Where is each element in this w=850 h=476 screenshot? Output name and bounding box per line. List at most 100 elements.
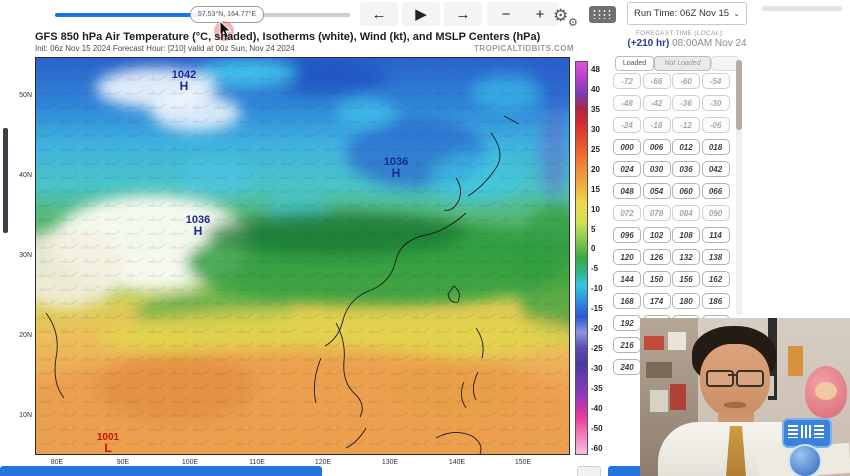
colorbar-labels: 484035302520151050-5-10-15-20-25-30-35-4… [591,66,615,453]
colorbar-tick-label: -20 [591,325,615,333]
channel-watermark-logo [788,444,822,476]
lon-label: 80E [51,459,63,466]
step-forward-button[interactable]: → [444,2,482,26]
step-back-button[interactable]: ← [360,2,398,26]
forecast-hour-button-048[interactable]: 048 [613,183,641,199]
forecast-hour-button-114[interactable]: 114 [702,227,730,243]
forecast-hour-button--12[interactable]: -12 [672,117,700,133]
colorbar-tick-label: 5 [591,226,615,234]
colorbar-tick-label: 40 [591,86,615,94]
legend-spacer [711,56,739,71]
forecast-hour-button--06[interactable]: -06 [702,117,730,133]
forecast-hour-button-102[interactable]: 102 [643,227,671,243]
slower-button[interactable]: − [487,2,525,26]
time-slider-fill[interactable] [55,13,205,17]
colorbar-tick-label: -35 [591,385,615,393]
shelf-item [644,336,664,350]
watermark-glyph [788,425,798,438]
lon-label: 120E [315,459,331,466]
forecast-hour-button--48[interactable]: -48 [613,95,641,111]
colorbar-tick-label: -60 [591,445,615,453]
sidebar-scrollbar-thumb[interactable] [736,60,742,130]
map-init-line: Init: 06z Nov 15 2024 Forecast Hour: [21… [35,44,295,53]
left-scroll-indicator[interactable] [3,128,8,233]
forecast-hour-button-216[interactable]: 216 [613,337,641,353]
forecast-hour-button-084[interactable]: 084 [672,205,700,221]
forecast-hour-button-150[interactable]: 150 [643,271,671,287]
bottom-tab-small[interactable] [577,466,601,476]
forecast-hour-button-024[interactable]: 024 [613,161,641,177]
forecast-hour-button-162[interactable]: 162 [702,271,730,287]
weather-map[interactable]: 1042 H 1036 H 1036 H 1001 L [35,57,570,455]
orange-folder [788,346,803,376]
forecast-hour-button-180[interactable]: 180 [672,293,700,309]
forecast-hour-button--36[interactable]: -36 [672,95,700,111]
forecast-hour-button-060[interactable]: 060 [672,183,700,199]
lon-label: 130E [382,459,398,466]
shelf-item [668,332,686,350]
forecast-hour-button-096[interactable]: 096 [613,227,641,243]
forecast-hour-button--42[interactable]: -42 [643,95,671,111]
glasses-right-lens [736,370,764,387]
colorbar-tick-label: 30 [591,126,615,134]
forecast-hour-button-132[interactable]: 132 [672,249,700,265]
bottom-tab-left[interactable] [0,466,322,476]
forecast-hour-button-174[interactable]: 174 [643,293,671,309]
forecast-time-heading: FORECAST TIME (LOCAL): [612,30,748,37]
forecast-hour-button-126[interactable]: 126 [643,249,671,265]
forecast-hour-button--18[interactable]: -18 [643,117,671,133]
chevron-down-icon: ⌄ [733,9,740,18]
forecast-hour-button--54[interactable]: -54 [702,73,730,89]
forecast-hour-button-240[interactable]: 240 [613,359,641,375]
watermark-glyph [801,425,811,438]
mslp-marker-letter: H [180,79,189,93]
forecast-hour-button-000[interactable]: 000 [613,139,641,155]
play-button[interactable]: ▶ [402,2,440,26]
forecast-hour-button--72[interactable]: -72 [613,73,641,89]
forecast-hour-button-108[interactable]: 108 [672,227,700,243]
forecast-hour-button--24[interactable]: -24 [613,117,641,133]
lat-label: 10N [12,412,32,419]
forecast-hour-button-066[interactable]: 066 [702,183,730,199]
colorbar-tick-label: 48 [591,66,615,74]
forecast-hour-button-078[interactable]: 078 [643,205,671,221]
temperature-map-graphic: 1042 H 1036 H 1036 H 1001 L [36,58,569,454]
forecast-hour-button-168[interactable]: 168 [613,293,641,309]
forecast-hour-button-054[interactable]: 054 [643,183,671,199]
colorbar-tick-label: -25 [591,345,615,353]
forecast-hour-button--30[interactable]: -30 [702,95,730,111]
pink-figure-face [815,382,837,400]
run-time-select[interactable]: Run Time: 06Z Nov 15 ⌄ [627,2,747,25]
forecast-hour-button-006[interactable]: 006 [643,139,671,155]
forecast-hour-button-012[interactable]: 012 [672,139,700,155]
colorbar-tick-label: 0 [591,245,615,253]
mslp-marker-letter: L [104,441,111,454]
colorbar-tick-label: 35 [591,106,615,114]
forecast-hour-button--66[interactable]: -66 [643,73,671,89]
colorbar-tick-label: -15 [591,305,615,313]
keyboard-shortcuts-icon[interactable] [589,6,616,23]
glasses-left-lens [706,370,734,387]
forecast-hour-button-192[interactable]: 192 [613,315,641,331]
legend-loaded: Loaded [615,56,654,71]
forecast-hour-button-120[interactable]: 120 [613,249,641,265]
forecast-hour-button-018[interactable]: 018 [702,139,730,155]
forecast-hour-button-042[interactable]: 042 [702,161,730,177]
forecast-hour-button-186[interactable]: 186 [702,293,730,309]
faint-header-text [762,6,842,11]
settings-gears-icon[interactable]: ⚙⚙ [553,3,587,29]
forecast-hour-button-072[interactable]: 072 [613,205,641,221]
colorbar-tick-label: 15 [591,186,615,194]
colorbar-tick-label: -30 [591,365,615,373]
forecast-hour-button--60[interactable]: -60 [672,73,700,89]
forecast-hour-button-138[interactable]: 138 [702,249,730,265]
watermark-glyph [814,425,824,438]
colorbar-tick-label: 25 [591,146,615,154]
forecast-hour-button-036[interactable]: 036 [672,161,700,177]
person-mouth [724,402,746,408]
forecast-hour-button-030[interactable]: 030 [643,161,671,177]
forecast-hour-button-090[interactable]: 090 [702,205,730,221]
wind-barbs-texture [36,58,569,454]
forecast-hour-button-144[interactable]: 144 [613,271,641,287]
forecast-hour-button-156[interactable]: 156 [672,271,700,287]
